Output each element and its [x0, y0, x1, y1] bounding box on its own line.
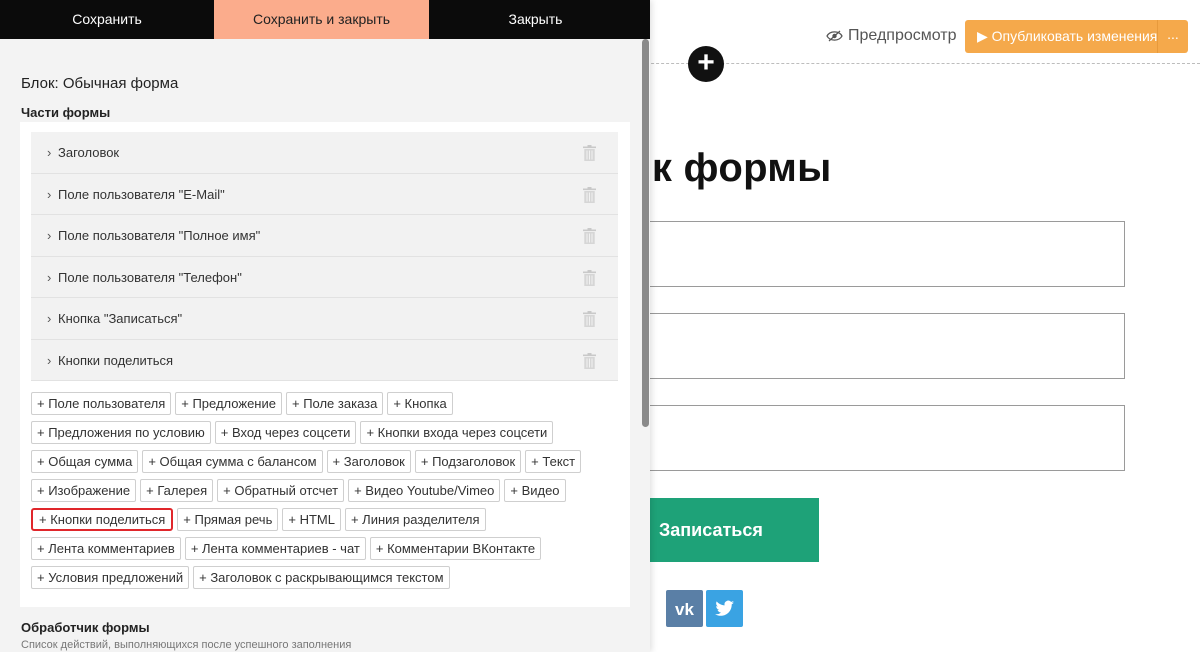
- handler-title: Обработчик формы: [21, 620, 150, 635]
- form-parts-container: › Заголовок › Поле пользователя "E-Mail" › По…: [20, 122, 630, 607]
- add-part-button[interactable]: + Поле пользователя: [31, 392, 172, 415]
- tab-save[interactable]: Сохранить: [0, 0, 214, 39]
- add-part-row: + Изображение + Галерея + Обратный отсчет +…: [31, 479, 621, 502]
- vk-share-icon[interactable]: vk: [666, 590, 703, 627]
- add-part-row: + Кнопки поделиться + Прямая речь + HTML + …: [31, 508, 621, 531]
- add-part-button[interactable]: + Заголовок: [326, 450, 411, 473]
- add-part-button[interactable]: + Изображение: [31, 479, 137, 502]
- add-part-button[interactable]: + Видео: [504, 479, 566, 502]
- form-parts-list: › Заголовок › Поле пользователя "E-Mail" › По…: [31, 132, 618, 381]
- form-part-label: Поле пользователя "E-Mail": [58, 186, 225, 202]
- editor-panel: Сохранить Сохранить и закрыть Закрыть Бл…: [0, 0, 650, 652]
- add-part-row: + Общая сумма + Общая сумма с балансом + З…: [31, 450, 621, 473]
- add-part-button[interactable]: + Лента комментариев: [31, 537, 181, 560]
- eye-icon: [826, 30, 843, 42]
- add-part-buttons: + Поле пользователя + Предложение + Поле з…: [31, 392, 621, 595]
- panel-scrollbar[interactable]: [641, 39, 650, 652]
- add-part-row: + Поле пользователя + Предложение + Поле з…: [31, 392, 621, 415]
- add-part-button[interactable]: + Линия разделителя: [344, 508, 486, 531]
- preview-button[interactable]: Предпросмотр: [826, 27, 957, 45]
- twitter-share-icon[interactable]: [706, 590, 743, 627]
- block-title: Блок: Обычная форма: [21, 75, 179, 92]
- add-part-button[interactable]: + Общая сумма: [31, 450, 139, 473]
- add-part-row: + Лента комментариев + Лента комментариев…: [31, 537, 621, 560]
- add-part-button[interactable]: + Обратный отсчет: [217, 479, 345, 502]
- form-part-label: Поле пользователя "Телефон": [58, 269, 242, 285]
- add-part-button[interactable]: + Заголовок с раскрывающимся текстом: [193, 566, 450, 589]
- tab-save-close[interactable]: Сохранить и закрыть: [214, 0, 429, 39]
- form-part-item[interactable]: › Кнопки поделиться: [31, 339, 618, 381]
- chevron-right-icon[interactable]: ›: [47, 132, 51, 173]
- chevron-right-icon[interactable]: ›: [47, 215, 51, 256]
- add-part-button[interactable]: + Поле заказа: [285, 392, 384, 415]
- publish-more-button[interactable]: ...: [1157, 20, 1188, 53]
- trash-icon[interactable]: [583, 311, 596, 327]
- form-part-label: Заголовок: [58, 145, 120, 160]
- add-part-button[interactable]: + Вход через соцсети: [214, 421, 357, 444]
- chevron-right-icon[interactable]: ›: [47, 340, 51, 381]
- add-part-row: + Условия предложений + Заголовок с раскр…: [31, 566, 621, 589]
- form-part-item[interactable]: › Поле пользователя "Телефон": [31, 256, 618, 298]
- add-part-row: + Предложения по условию + Вход через соц…: [31, 421, 621, 444]
- tab-close[interactable]: Закрыть: [429, 0, 642, 39]
- chevron-right-icon[interactable]: ›: [47, 257, 51, 298]
- add-part-button[interactable]: + Условия предложений: [31, 566, 190, 589]
- publish-group: ▶ Опубликовать изменения ...: [965, 20, 1188, 53]
- add-part-button[interactable]: + Подзаголовок: [414, 450, 522, 473]
- add-part-button[interactable]: + HTML: [282, 508, 341, 531]
- add-part-button[interactable]: + Прямая речь: [177, 508, 279, 531]
- add-part-button[interactable]: + Общая сумма с балансом: [142, 450, 323, 473]
- form-part-item[interactable]: › Заголовок: [31, 132, 618, 174]
- add-part-button[interactable]: + Видео Youtube/Vimeo: [348, 479, 501, 502]
- panel-tabs: Сохранить Сохранить и закрыть Закрыть: [0, 0, 650, 39]
- add-block-button[interactable]: +: [688, 46, 724, 82]
- add-part-button[interactable]: + Кнопки входа через соцсети: [360, 421, 554, 444]
- form-part-label: Кнопка "Записаться": [58, 311, 183, 326]
- parts-label: Части формы: [21, 105, 111, 120]
- form-part-item[interactable]: › Кнопка "Записаться": [31, 298, 618, 340]
- add-part-button[interactable]: + Предложения по условию: [31, 421, 211, 444]
- add-part-button[interactable]: + Предложение: [175, 392, 282, 415]
- form-part-label: Поле пользователя "Полное имя": [58, 228, 261, 243]
- chevron-right-icon[interactable]: ›: [47, 174, 51, 215]
- add-part-button[interactable]: + Кнопка: [387, 392, 453, 415]
- form-part-label: Кнопки поделиться: [58, 352, 174, 368]
- handler-subtitle: Список действий, выполняющихся после усп…: [21, 639, 352, 651]
- trash-icon[interactable]: [583, 228, 596, 244]
- add-part-button[interactable]: + Лента комментариев - чат: [184, 537, 366, 560]
- add-part-button[interactable]: + Галерея: [140, 479, 214, 502]
- chevron-right-icon[interactable]: ›: [47, 298, 51, 339]
- preview-label: Предпросмотр: [848, 27, 957, 44]
- add-share-buttons-button[interactable]: + Кнопки поделиться: [31, 508, 174, 531]
- add-part-button[interactable]: + Комментарии ВКонтакте: [369, 537, 542, 560]
- svg-text:vk: vk: [675, 600, 694, 619]
- trash-icon[interactable]: [583, 269, 596, 286]
- add-part-button[interactable]: + Текст: [525, 450, 582, 473]
- trash-icon[interactable]: [583, 186, 596, 203]
- scrollbar-thumb[interactable]: [642, 39, 649, 427]
- trash-icon[interactable]: [583, 145, 596, 161]
- trash-icon[interactable]: [583, 352, 596, 369]
- form-part-item[interactable]: › Поле пользователя "E-Mail": [31, 173, 618, 215]
- form-part-item[interactable]: › Поле пользователя "Полное имя": [31, 215, 618, 257]
- publish-button[interactable]: ▶ Опубликовать изменения: [965, 20, 1157, 53]
